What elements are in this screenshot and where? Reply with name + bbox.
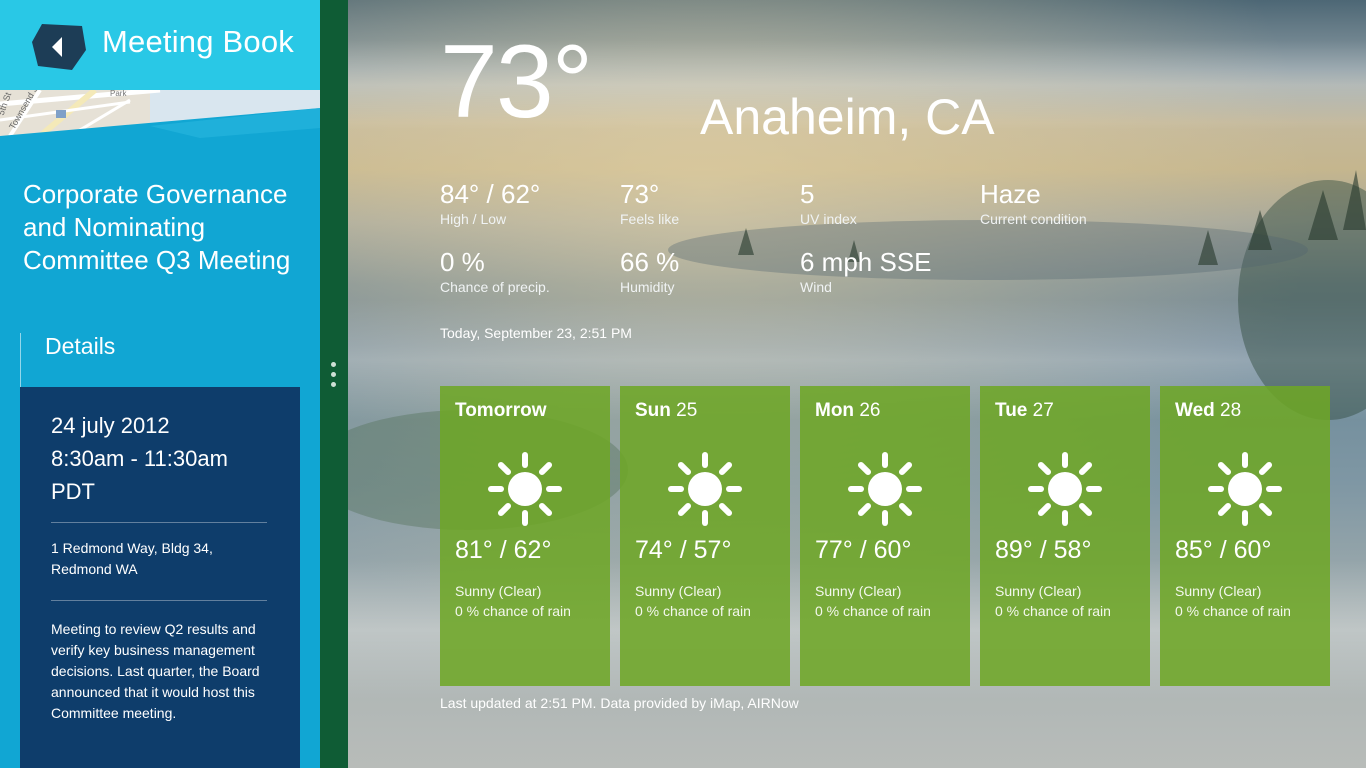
forecast-rain: 0 % chance of rain: [1175, 603, 1291, 619]
forecast-condition: Sunny (Clear): [995, 583, 1082, 599]
meeting-time: 8:30am - 11:30am: [51, 446, 228, 471]
pane-splitter[interactable]: [320, 0, 348, 768]
forecast-tile[interactable]: Tomorrow 81° / 62° Sunny (Clear) 0 % cha…: [440, 386, 610, 686]
meeting-location: 1 Redmond Way, Bldg 34, Redmond WA: [51, 538, 271, 580]
stat-value: 0 %: [440, 247, 485, 277]
sun-icon: [1028, 452, 1102, 526]
meeting-description: Meeting to review Q2 results and verify …: [51, 621, 260, 721]
forecast-day: Tomorrow: [455, 400, 546, 422]
stat-current-condition: Haze Current condition: [980, 180, 1087, 228]
meeting-timezone: PDT: [51, 479, 95, 504]
forecast-tile[interactable]: Wed 28 85° / 60° Sunny (Clear) 0 % chanc…: [1160, 386, 1330, 686]
tab-details[interactable]: Details: [20, 333, 301, 387]
forecast-tile[interactable]: Tue 27 89° / 58° Sunny (Clear) 0 % chanc…: [980, 386, 1150, 686]
forecast-condition: Sunny (Clear): [635, 583, 722, 599]
app-title: Meeting Book: [102, 24, 294, 59]
forecast-temps: 89° / 58°: [995, 536, 1092, 564]
forecast-tile[interactable]: Sun 25 74° / 57° Sunny (Clear) 0 % chanc…: [620, 386, 790, 686]
stat-label: High / Low: [440, 211, 507, 227]
forecast-temps: 74° / 57°: [635, 536, 732, 564]
forecast-day: Mon 26: [815, 400, 880, 422]
stat-label: UV index: [800, 211, 857, 227]
forecast-conditions: Sunny (Clear) 0 % chance of rain: [815, 581, 931, 621]
meeting-title: Corporate Governance and Nominating Comm…: [23, 179, 291, 275]
forecast-day-date: 27: [1032, 400, 1054, 421]
forecast-day-name: Tue: [995, 400, 1028, 421]
stat-humidity: 66 % Humidity: [620, 248, 679, 296]
forecast-day-name: Wed: [1175, 400, 1215, 421]
back-arrow-icon: [32, 24, 86, 70]
meeting-date: 24 july 2012: [51, 413, 170, 438]
stat-label: Feels like: [620, 211, 680, 227]
location-line-1: 1 Redmond Way, Bldg 34,: [51, 540, 213, 556]
sun-icon: [488, 452, 562, 526]
sun-icon: [668, 452, 742, 526]
app-header: Meeting Book: [0, 0, 320, 92]
forecast-condition: Sunny (Clear): [455, 583, 542, 599]
stat-label: Chance of precip.: [440, 279, 550, 295]
stat-label: Wind: [800, 279, 832, 295]
stat-high-low: 84° / 62° High / Low: [440, 180, 540, 228]
forecast-rain: 0 % chance of rain: [815, 603, 931, 619]
forecast-day-name: Sun: [635, 400, 671, 421]
stat-value: 5: [800, 179, 815, 209]
stat-uv-index: 5 UV index: [800, 180, 857, 228]
forecast-day-name: Mon: [815, 400, 855, 421]
forecast-day-date: 28: [1220, 400, 1242, 421]
forecast-day: Tue 27: [995, 400, 1054, 422]
forecast-conditions: Sunny (Clear) 0 % chance of rain: [995, 581, 1111, 621]
forecast-rain: 0 % chance of rain: [635, 603, 751, 619]
forecast-condition: Sunny (Clear): [1175, 583, 1262, 599]
forecast-temps: 81° / 62°: [455, 536, 552, 564]
tab-details-label: Details: [45, 333, 116, 359]
forecast-day: Sun 25: [635, 400, 697, 422]
stat-precip: 0 % Chance of precip.: [440, 248, 550, 296]
sun-icon: [1208, 452, 1282, 526]
map-label-park: Park: [110, 90, 127, 98]
weather-timestamp: Today, September 23, 2:51 PM: [440, 325, 632, 341]
stat-value: 84° / 62°: [440, 179, 541, 209]
forecast-rain: 0 % chance of rain: [995, 603, 1111, 619]
weather-pane: 73° Anaheim, CA 84° / 62° High / Low 73°…: [348, 0, 1366, 768]
forecast-day-name: Tomorrow: [455, 400, 547, 421]
details-card: 24 july 2012 8:30am - 11:30am PDT 1 Redm…: [20, 387, 300, 768]
stat-wind: 6 mph SSE Wind: [800, 248, 932, 296]
forecast-condition: Sunny (Clear): [815, 583, 902, 599]
forecast-conditions: Sunny (Clear) 0 % chance of rain: [455, 581, 571, 621]
forecast-day-date: 26: [859, 400, 881, 421]
forecast-temps: 77° / 60°: [815, 536, 912, 564]
divider: [51, 522, 267, 523]
stat-value: 6 mph SSE: [800, 247, 932, 277]
forecast-day-date: 25: [676, 400, 698, 421]
forecast-conditions: Sunny (Clear) 0 % chance of rain: [1175, 581, 1291, 621]
current-temperature: 73°: [440, 24, 593, 140]
forecast-conditions: Sunny (Clear) 0 % chance of rain: [635, 581, 751, 621]
location-line-2: Redmond WA: [51, 561, 138, 577]
forecast-rain: 0 % chance of rain: [455, 603, 571, 619]
forecast-day: Wed 28: [1175, 400, 1241, 422]
splitter-grip-icon[interactable]: [331, 362, 337, 390]
back-button[interactable]: [32, 22, 88, 72]
data-source-note: Last updated at 2:51 PM. Data provided b…: [440, 695, 799, 711]
stat-value: 73°: [620, 179, 660, 209]
header-wedge: [0, 108, 320, 168]
stat-label: Current condition: [980, 211, 1087, 227]
forecast-tile[interactable]: Mon 26 77° / 60° Sunny (Clear) 0 % chanc…: [800, 386, 970, 686]
sun-icon: [848, 452, 922, 526]
meeting-panel: Meeting Book 5th St Townsend St Park Cor…: [0, 0, 320, 768]
stat-value: 66 %: [620, 247, 680, 277]
divider: [51, 600, 267, 601]
meeting-datetime: 24 july 2012 8:30am - 11:30am PDT: [51, 409, 281, 508]
stat-label: Humidity: [620, 279, 675, 295]
stat-value: Haze: [980, 179, 1041, 209]
forecast-temps: 85° / 60°: [1175, 536, 1272, 564]
city-name: Anaheim, CA: [700, 89, 995, 145]
stat-feels-like: 73° Feels like: [620, 180, 679, 228]
